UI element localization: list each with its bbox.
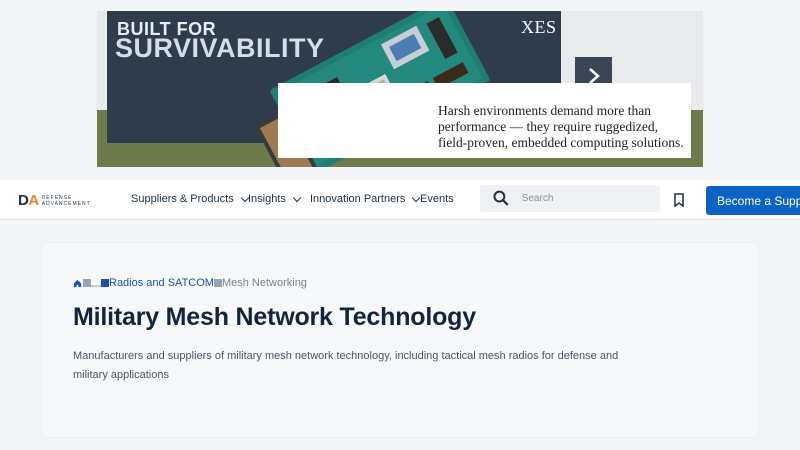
ad-body-text: Harsh environments demand more than perf… — [438, 103, 684, 150]
ad-banner[interactable]: BUILT FOR SURVIVABILITY XES Harsh enviro… — [97, 11, 703, 167]
page-description: Manufacturers and suppliers of military … — [73, 350, 619, 381]
ad-brand-logo: XES — [521, 17, 557, 37]
nav-innovation-partners[interactable]: Innovation Partners — [310, 193, 421, 205]
nav-suppliers-products[interactable]: Suppliers & Products — [131, 193, 249, 205]
breadcrumb-ellipsis-icon[interactable] — [91, 285, 101, 287]
breadcrumb-separator-icon — [83, 279, 91, 287]
chevron-down-icon — [292, 193, 302, 202]
bookmark-icon[interactable] — [673, 193, 685, 207]
top-navigation: DA DEFENSE ADVANCEMENT Suppliers & Produ… — [0, 180, 800, 220]
search-icon — [493, 190, 509, 206]
logo-wordmark: DEFENSE ADVANCEMENT — [41, 194, 91, 207]
page-title: Military Mesh Network Technology — [73, 303, 476, 331]
chevron-right-icon — [588, 67, 600, 84]
nav-insights[interactable]: Insights — [248, 193, 302, 205]
site-logo[interactable]: DA DEFENSE ADVANCEMENT — [18, 192, 91, 209]
home-icon[interactable] — [73, 279, 82, 288]
search-input[interactable] — [521, 193, 660, 204]
breadcrumb-link-radios-satcom[interactable]: Radios and SATCOM — [109, 277, 214, 289]
become-supplier-button[interactable]: Become a Supplier — [706, 186, 800, 215]
nav-events[interactable]: Events — [420, 193, 454, 205]
breadcrumb-separator-icon — [213, 279, 222, 287]
ad-textbox: Harsh environments demand more than perf… — [278, 83, 691, 158]
breadcrumb: Radios and SATCOM Mesh Networking — [73, 277, 307, 289]
logo-mark: DA — [18, 192, 39, 209]
breadcrumb-current: Mesh Networking — [221, 277, 307, 289]
category-header-card: Radios and SATCOM Mesh Networking Milita… — [41, 242, 759, 438]
search-box[interactable] — [480, 185, 660, 212]
breadcrumb-separator-icon — [101, 279, 109, 287]
